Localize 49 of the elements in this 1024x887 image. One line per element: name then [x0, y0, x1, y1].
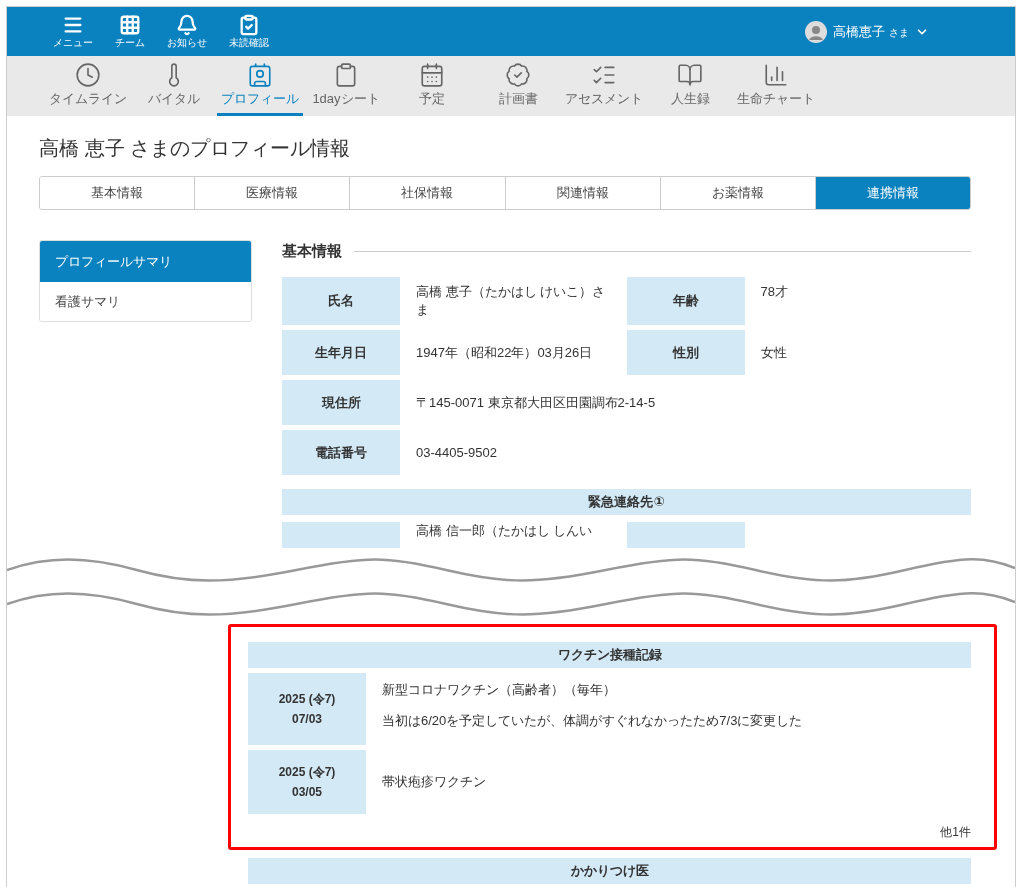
book-icon — [677, 61, 703, 88]
nav-tab[interactable]: バイタル — [131, 56, 217, 116]
section-band: かかりつけ医 — [248, 858, 971, 884]
field-label: 現住所 — [282, 380, 400, 425]
field-value: 高橋 信一郎（たかはし しんい — [415, 522, 594, 540]
nav-tab[interactable]: 生命チャート — [733, 56, 819, 116]
section-heading: 基本情報 — [282, 242, 342, 261]
field-label: 電話番号 — [282, 430, 400, 475]
id-card-icon — [247, 61, 273, 88]
avatar-icon — [805, 20, 828, 43]
date-cell: 2025 (令7) 07/03 — [248, 673, 366, 745]
section-band: ワクチン接種記録 — [248, 642, 971, 668]
clipboard-check-icon — [238, 13, 260, 36]
field-value: 03-4405-9502 — [415, 444, 498, 462]
nav-tab[interactable]: 予定 — [389, 56, 475, 116]
field-label: 年齢 — [626, 277, 745, 325]
sidebar-item[interactable]: プロフィールサマリ — [40, 241, 251, 282]
record-text: 新型コロナワクチン（高齢者）（毎年） — [382, 681, 617, 699]
nav-tab[interactable]: 人生録 — [647, 56, 733, 116]
more-count: 他1件 — [939, 824, 971, 841]
field-label: 氏名 — [282, 277, 400, 325]
user-menu-button[interactable]: 高橋恵子 さま — [799, 19, 935, 44]
field-label: 性別 — [626, 330, 745, 375]
date-cell: 2025 (令7) 03/05 — [248, 750, 366, 814]
header-menu-button[interactable]: チーム — [113, 13, 147, 50]
section-band: 緊急連絡先① — [282, 489, 971, 515]
field-value: 〒145-0071 東京都大田区田園調布2-14-5 — [415, 393, 657, 412]
header-menu-button[interactable]: お知らせ — [165, 13, 209, 50]
grid-icon — [119, 13, 141, 36]
nav-tab[interactable]: 1dayシート — [303, 56, 389, 116]
field-value: 1947年（昭和22年）03月26日 — [415, 343, 594, 362]
calendar-icon — [419, 61, 445, 88]
header-menu-button[interactable]: メニュー — [51, 13, 95, 50]
header-menu-button[interactable]: 未読確認 — [227, 13, 271, 50]
field-value: 高橋 恵子（たかはし けいこ）さま — [415, 283, 607, 319]
clock-icon — [75, 61, 101, 88]
nav-tab[interactable]: タイムライン — [45, 56, 131, 116]
profile-tab[interactable]: 連携情報 — [814, 177, 970, 209]
field-label: 生年月日 — [282, 330, 400, 375]
badge-icon — [505, 61, 531, 88]
page-title: 高橋 恵子 さまのプロフィール情報 — [39, 136, 352, 161]
record-text: 帯状疱疹ワクチン — [382, 773, 487, 791]
record-text: 当初は6/20を予定していたが、体調がすぐれなかったため7/3に変更した — [382, 712, 804, 730]
nav-tab[interactable]: アセスメント — [561, 56, 647, 116]
field-value: 女性 — [759, 343, 788, 362]
bell-icon — [176, 13, 198, 36]
field-value: 78才 — [759, 283, 789, 301]
nav-tab[interactable]: 計画書 — [475, 56, 561, 116]
nav-tab[interactable]: プロフィール — [217, 56, 303, 116]
